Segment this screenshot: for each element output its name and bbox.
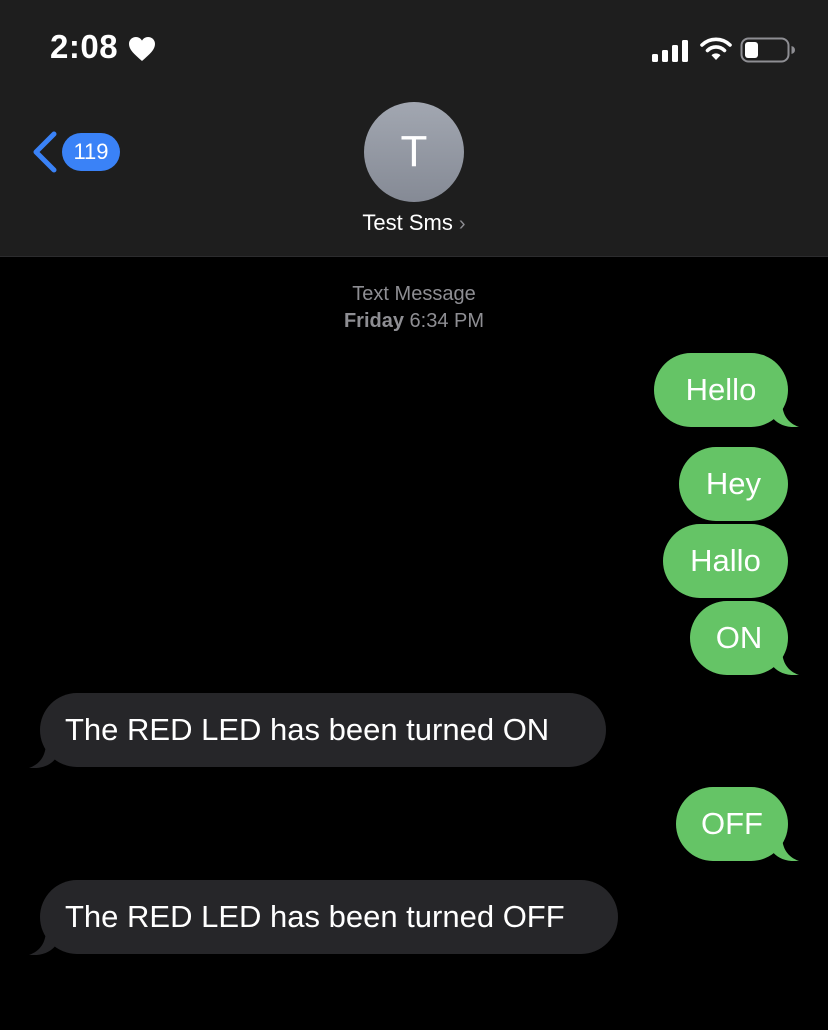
timestamp-time: 6:34 PM	[409, 310, 485, 332]
avatar-initial: T	[400, 127, 428, 176]
contact-avatar[interactable]: T	[364, 102, 464, 202]
sent-message-bubble[interactable]: Hello	[654, 353, 788, 427]
received-message-bubble[interactable]: The RED LED has been turned ON	[40, 693, 606, 767]
sent-message-bubble[interactable]: Hallo	[663, 524, 788, 598]
timestamp-day: Friday	[343, 310, 404, 332]
wifi-icon	[700, 37, 732, 60]
chevron-right-icon: ›	[458, 213, 466, 235]
received-bubble-tail	[29, 742, 56, 768]
sent-message-bubble[interactable]: Hey	[679, 447, 788, 521]
sent-bubble-tail	[772, 401, 799, 427]
back-chevron-icon[interactable]	[30, 130, 60, 174]
heart-icon	[129, 37, 155, 61]
sent-bubble-tail	[772, 649, 799, 675]
received-message-bubble[interactable]: The RED LED has been turned OFF	[40, 880, 618, 954]
back-unread-count-badge[interactable]: 119	[62, 133, 120, 171]
sent-bubble-tail	[772, 835, 799, 861]
contact-name-label: Test Sms	[362, 210, 453, 235]
cellular-signal-icon	[652, 40, 688, 62]
contact-name-button[interactable]: Test Sms ›	[0, 210, 828, 236]
message-timestamp: Friday 6:34 PM	[0, 310, 828, 333]
service-label: Text Message	[352, 283, 476, 305]
conversation-header: 2:08 119 T Test Sms ›	[0, 0, 828, 257]
battery-icon	[740, 37, 795, 63]
received-bubble-tail	[29, 929, 56, 955]
status-time: 2:08	[50, 28, 119, 65]
